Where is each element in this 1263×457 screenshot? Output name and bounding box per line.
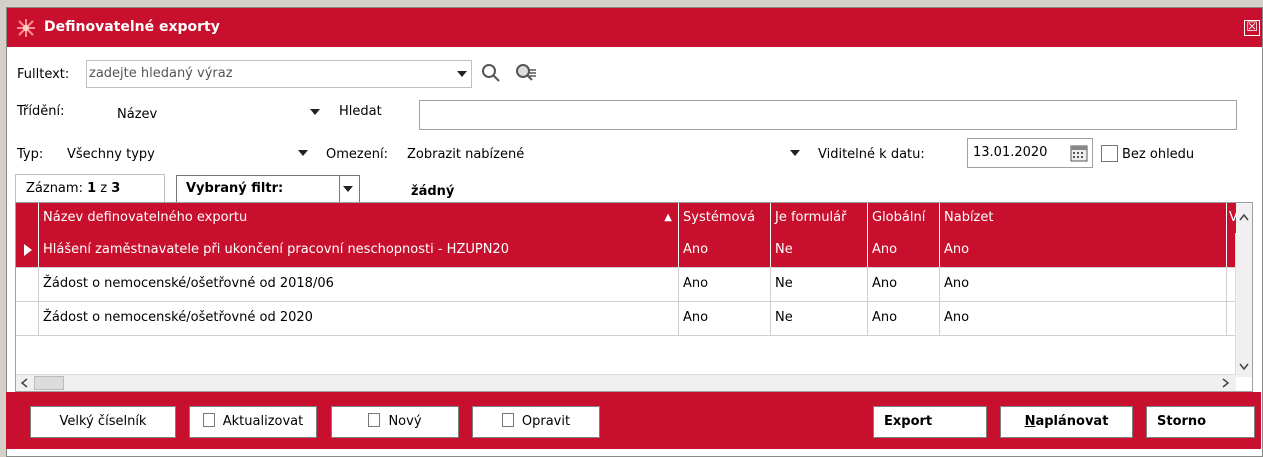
column-header-global[interactable]: Globální — [867, 203, 939, 233]
cell-name: Žádost o nemocenské/ošetřovné od 2020 — [38, 301, 678, 335]
refresh-button[interactable]: Aktualizovat — [189, 406, 317, 438]
ignore-date-label: Bez ohledu — [1122, 147, 1195, 162]
edit-icon — [501, 413, 514, 427]
row-pointer-icon — [16, 233, 38, 267]
search-icon[interactable] — [481, 63, 501, 83]
chevron-right-icon[interactable] — [1222, 378, 1230, 388]
calendar-icon[interactable] — [1070, 144, 1088, 162]
cell-system: Ano — [678, 301, 770, 335]
type-select[interactable]: Všechny typy — [63, 140, 313, 168]
row-indicator — [16, 267, 38, 301]
fulltext-input[interactable]: zadejte hledaný výraz — [86, 60, 472, 88]
header-indicator — [16, 203, 38, 233]
cell-form: Ne — [770, 233, 867, 267]
sort-label: Třídění: — [17, 104, 65, 119]
search-field-label: Hledat — [339, 104, 382, 119]
chevron-left-icon[interactable] — [20, 378, 28, 388]
ignore-date-checkbox[interactable] — [1101, 145, 1118, 162]
restriction-select[interactable]: Zobrazit nabízené — [405, 140, 805, 168]
vertical-scrollbar[interactable] — [1235, 233, 1252, 377]
cell-global: Ano — [867, 301, 939, 335]
cell-system: Ano — [678, 233, 770, 267]
chevron-up-icon — [1239, 213, 1249, 221]
scroll-up-button[interactable] — [1236, 203, 1252, 233]
cell-offer: Ano — [939, 301, 1226, 335]
scroll-thumb[interactable] — [34, 376, 64, 390]
edit-button[interactable]: Opravit — [472, 406, 600, 438]
table-row[interactable]: Hlášení zaměstnavatele při ukončení prac… — [16, 233, 1236, 268]
horizontal-scrollbar[interactable] — [16, 374, 1236, 391]
cancel-button[interactable]: Storno — [1146, 406, 1255, 438]
filter-value: žádný — [411, 184, 455, 199]
close-button[interactable]: ☒ — [1244, 20, 1260, 36]
export-button[interactable]: Export — [873, 406, 987, 438]
row-indicator — [16, 301, 38, 335]
new-button[interactable]: Nový — [331, 406, 459, 438]
table-row[interactable]: Žádost o nemocenské/ošetřovné od 2020 An… — [16, 301, 1236, 336]
big-codelist-button[interactable]: Velký číselník — [30, 406, 176, 438]
visible-date-label: Viditelné k datu: — [818, 147, 925, 162]
chevron-down-icon[interactable] — [1239, 363, 1249, 371]
column-header-name[interactable]: Název definovatelného exportu ▲ — [38, 203, 678, 233]
window-title: Definovatelné exporty — [44, 19, 220, 35]
column-header-system[interactable]: Systémová — [678, 203, 770, 233]
type-label: Typ: — [17, 147, 44, 162]
cell-name: Hlášení zaměstnavatele při ukončení prac… — [38, 233, 678, 267]
search-field[interactable] — [419, 100, 1237, 130]
cell-offer: Ano — [939, 233, 1226, 267]
exports-table: Název definovatelného exportu ▲ Systémov… — [15, 202, 1253, 392]
column-header-v[interactable]: V — [1226, 203, 1236, 233]
schedule-button[interactable]: Naplánovat — [1000, 406, 1133, 438]
date-input[interactable]: 13.01.2020 — [967, 138, 1093, 168]
title-bar: Definovatelné exporty ☒ — [7, 8, 1262, 47]
table-header: Název definovatelného exportu ▲ Systémov… — [16, 203, 1252, 233]
chevron-down-icon — [343, 186, 353, 192]
cell-system: Ano — [678, 267, 770, 301]
cell-offer: Ano — [939, 267, 1226, 301]
record-total: 3 — [111, 181, 121, 196]
cell-global: Ano — [867, 267, 939, 301]
cell-global: Ano — [867, 233, 939, 267]
filter-select[interactable]: Vybraný filtr: — [176, 175, 360, 203]
column-header-form[interactable]: Je formulář — [770, 203, 867, 233]
new-document-icon — [368, 413, 381, 427]
column-header-offer[interactable]: Nabízet — [939, 203, 1226, 233]
fulltext-label: Fulltext: — [17, 67, 70, 82]
cell-form: Ne — [770, 267, 867, 301]
record-counter: Záznam: 1 z 3 — [15, 174, 165, 204]
logo-icon — [17, 19, 35, 37]
sort-asc-icon: ▲ — [664, 212, 672, 223]
cell-form: Ne — [770, 301, 867, 335]
advanced-search-icon[interactable] — [515, 63, 537, 83]
restriction-label: Omezení: — [326, 147, 388, 162]
sort-select[interactable]: Název — [108, 99, 325, 127]
refresh-icon — [202, 413, 215, 427]
record-current: 1 — [87, 181, 97, 196]
button-bar: Velký číselník Aktualizovat Nový Opravit… — [6, 392, 1261, 449]
cell-name: Žádost o nemocenské/ošetřovné od 2018/06 — [38, 267, 678, 301]
table-row[interactable]: Žádost o nemocenské/ošetřovné od 2018/06… — [16, 267, 1236, 302]
